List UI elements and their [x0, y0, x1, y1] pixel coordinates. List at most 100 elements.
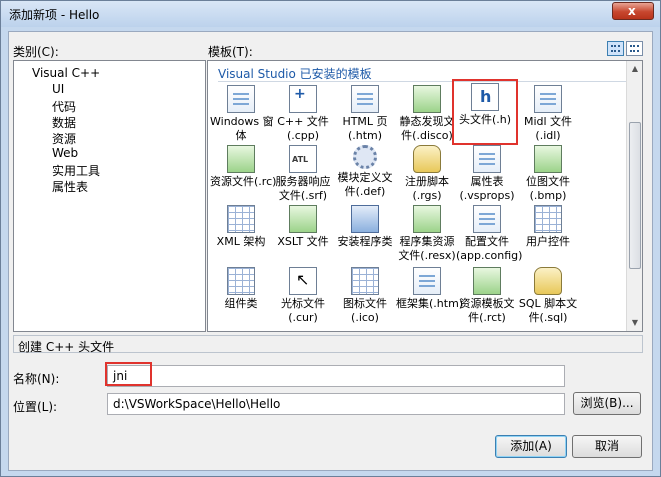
template-registrar-script[interactable]: 注册脚本 (.rgs): [396, 143, 458, 205]
template-property-sheet[interactable]: 属性表 (.vsprops): [456, 143, 518, 205]
close-button[interactable]: x: [612, 2, 654, 20]
template-caption: 光标文件: [281, 297, 325, 310]
cancel-button[interactable]: 取消: [572, 435, 642, 458]
template-static-discovery[interactable]: 静态发现文 件(.disco): [396, 83, 458, 145]
template-caption: 件(.def): [344, 185, 386, 198]
xslt-file-icon: [289, 205, 317, 233]
template-caption: (.rgs): [412, 189, 442, 202]
template-component-class[interactable]: 组件类: [210, 265, 272, 327]
template-resource-file[interactable]: 资源文件(.rc): [210, 143, 277, 205]
tree-item-resource[interactable]: 资源: [52, 130, 76, 147]
tree-item-property-sheets[interactable]: 属性表: [52, 178, 88, 195]
dialog-window: 添加新项 - Hello x 类别(C): 模板(T): Visual C++ …: [0, 0, 661, 477]
template-caption: 件(.sql): [528, 311, 568, 324]
assembly-resource-icon: [413, 205, 441, 233]
resource-file-icon: [227, 145, 255, 173]
templates-group-header: Visual Studio 已安装的模板: [218, 67, 372, 81]
template-user-control[interactable]: 用户控件: [517, 203, 579, 265]
template-installer-class[interactable]: 安装程序类: [334, 203, 396, 265]
small-icons-icon: [630, 45, 639, 52]
categories-tree[interactable]: Visual C++ UI 代码 数据 资源 Web 实用工具 属性表: [13, 60, 206, 332]
location-label: 位置(L):: [13, 400, 58, 414]
icon-file-icon: [351, 267, 379, 295]
templates-label: 模板(T):: [208, 45, 253, 59]
template-assembly-resource[interactable]: 程序集资源 文件(.resx): [396, 203, 458, 265]
template-caption: 头文件(.h): [458, 113, 512, 126]
template-config-file[interactable]: 配置文件 (app.config): [456, 203, 523, 265]
template-caption: (.htm): [347, 129, 383, 142]
template-caption: 图标文件: [343, 297, 387, 310]
template-icon-file[interactable]: 图标文件 (.ico): [334, 265, 396, 327]
cursor-file-icon: [289, 267, 317, 295]
template-caption: 文件(.srf): [278, 189, 328, 202]
sql-script-icon: [534, 267, 562, 295]
template-frameset[interactable]: 框架集(.htm): [396, 265, 463, 327]
title-bar[interactable]: 添加新项 - Hello x: [1, 1, 660, 27]
template-midl-file[interactable]: Midl 文件 (.idl): [517, 83, 579, 145]
tree-item-code[interactable]: 代码: [52, 98, 76, 115]
template-caption: 文件(.resx): [398, 249, 456, 262]
template-cpp-file[interactable]: C++ 文件 (.cpp): [272, 83, 334, 145]
name-label: 名称(N):: [13, 372, 60, 386]
template-caption: 模块定义文: [337, 171, 393, 184]
template-caption: 组件类: [224, 297, 258, 310]
template-caption: (app.config): [456, 249, 523, 262]
tree-item-visual-cpp[interactable]: Visual C++: [32, 66, 100, 80]
template-sql-script[interactable]: SQL 脚本文 件(.sql): [517, 265, 579, 327]
config-file-icon: [473, 205, 501, 233]
module-definition-icon: [353, 145, 377, 169]
template-server-response[interactable]: 服务器响应 文件(.srf): [272, 143, 334, 205]
template-caption: C++ 文件: [277, 115, 329, 128]
tree-item-web[interactable]: Web: [52, 146, 78, 160]
window-title: 添加新项 - Hello: [9, 8, 100, 22]
categories-label: 类别(C):: [13, 45, 59, 59]
tree-item-utility[interactable]: 实用工具: [52, 162, 100, 179]
template-caption: 资源文件(.rc): [210, 175, 277, 188]
templates-list[interactable]: Visual Studio 已安装的模板 Windows 窗 体 C++ 文件 …: [207, 60, 643, 332]
template-bitmap-file[interactable]: 位图文件 (.bmp): [517, 143, 579, 205]
name-highlight: [105, 362, 152, 386]
small-icons-view-button[interactable]: [626, 41, 643, 56]
cpp-file-icon: [289, 85, 317, 113]
name-input[interactable]: jni: [107, 365, 565, 387]
template-caption: HTML 页: [342, 115, 388, 128]
template-cursor-file[interactable]: 光标文件 (.cur): [272, 265, 334, 327]
template-caption: XSLT 文件: [277, 235, 329, 248]
tree-item-ui[interactable]: UI: [52, 82, 64, 96]
template-caption: 服务器响应: [275, 175, 331, 188]
template-xml-schema[interactable]: XML 架构: [210, 203, 272, 265]
frameset-icon: [413, 267, 441, 295]
template-description: 创建 C++ 头文件: [13, 335, 643, 354]
scroll-up-icon[interactable]: ▲: [627, 61, 643, 77]
template-html-page[interactable]: HTML 页 (.htm): [334, 83, 396, 145]
template-caption: SQL 脚本文: [518, 297, 578, 310]
large-icons-icon: [611, 45, 620, 52]
template-caption: 配置文件: [465, 235, 509, 248]
template-caption: XML 架构: [216, 235, 266, 248]
templates-scrollbar[interactable]: ▲ ▼: [626, 61, 642, 331]
resource-template-icon: [473, 267, 501, 295]
template-caption: 资源模板文: [459, 297, 515, 310]
template-caption: (.idl): [535, 129, 561, 142]
installer-class-icon: [351, 205, 379, 233]
location-combobox[interactable]: d:\VSWorkSpace\Hello\Hello: [107, 393, 565, 415]
template-caption: 位图文件: [526, 175, 570, 188]
template-windows-form[interactable]: Windows 窗 体: [210, 83, 274, 145]
form-icon: [227, 85, 255, 113]
template-xslt-file[interactable]: XSLT 文件: [272, 203, 334, 265]
browse-button[interactable]: 浏览(B)...: [573, 392, 641, 415]
template-caption: (.cpp): [286, 129, 320, 142]
template-caption: Midl 文件: [523, 115, 573, 128]
template-module-definition[interactable]: 模块定义文 件(.def): [334, 143, 396, 205]
template-caption: 属性表: [470, 175, 504, 188]
scroll-thumb[interactable]: [629, 122, 641, 269]
template-header-file[interactable]: 头文件(.h): [452, 79, 518, 145]
add-button[interactable]: 添加(A): [495, 435, 567, 458]
scroll-down-icon[interactable]: ▼: [627, 315, 643, 331]
template-caption: (.cur): [288, 311, 318, 324]
bitmap-file-icon: [534, 145, 562, 173]
template-resource-template[interactable]: 资源模板文 件(.rct): [456, 265, 518, 327]
tree-item-data[interactable]: 数据: [52, 114, 76, 131]
server-response-icon: [289, 145, 317, 173]
large-icons-view-button[interactable]: [607, 41, 624, 56]
